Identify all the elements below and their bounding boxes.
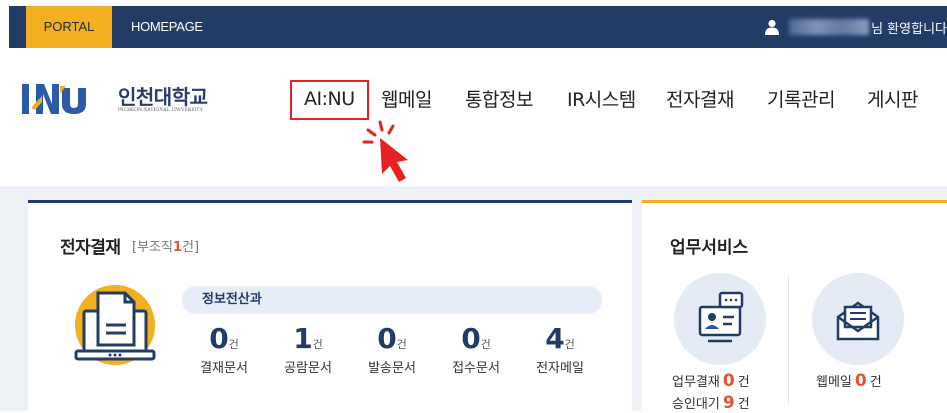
click-cursor-icon (362, 120, 408, 182)
pending-number: 9 (722, 393, 735, 413)
count-label: 접수문서 (452, 361, 500, 376)
tab-portal[interactable]: PORTAL (26, 6, 112, 48)
count-received-docs[interactable]: 0건 접수문서 (434, 322, 518, 377)
count-value: 0 (209, 322, 229, 355)
logo-korean: 인천대학교 (118, 84, 208, 109)
pending-unit: 건 (737, 397, 750, 412)
work-approval-button[interactable] (674, 273, 766, 365)
sub-org-prefix: [부조직 (132, 240, 173, 255)
work-approval-count[interactable]: 업무결재 0 건 (672, 371, 750, 391)
tab-homepage[interactable]: HOMEPAGE (131, 6, 203, 48)
top-bar: PORTAL HOMEPAGE 님 환영합니다 (0, 0, 947, 50)
user-area: 님 환영합니다 (765, 6, 947, 48)
logo-english: INCHEON NATIONAL UNIVERSITY (118, 107, 204, 113)
top-bar-inner: PORTAL HOMEPAGE 님 환영합니다 (9, 6, 947, 48)
welcome-text: 님 환영합니다 (871, 21, 947, 37)
services-divider (788, 275, 789, 405)
services-panel: 업무서비스 업무결재 0 건 승인대기 9 건 웹메일 0 건 (642, 200, 947, 413)
count-unit: 건 (228, 338, 239, 351)
laptop-document-icon (74, 285, 156, 365)
webmail-label: 웹메일 (816, 375, 852, 390)
count-email[interactable]: 4건 전자메일 (518, 322, 602, 377)
count-unit: 건 (396, 338, 407, 351)
webmail-count[interactable]: 웹메일 0 건 (816, 371, 882, 391)
count-label: 전자메일 (536, 361, 584, 376)
count-circulation-docs[interactable]: 1건 공람문서 (266, 322, 350, 377)
count-unit: 건 (564, 338, 575, 351)
count-unit: 건 (312, 338, 323, 351)
nav-item-webmail[interactable]: 웹메일 (381, 80, 432, 120)
nav-item-e-approval[interactable]: 전자결재 (666, 80, 734, 120)
nav-item-ainu[interactable]: AI:NU (290, 80, 369, 120)
count-label: 공람문서 (284, 361, 332, 376)
count-value: 1 (293, 322, 313, 355)
webmail-unit: 건 (869, 375, 882, 390)
nav-item-board[interactable]: 게시판 (867, 80, 918, 120)
id-card-chat-icon (698, 291, 744, 343)
count-value: 4 (545, 322, 565, 355)
e-approval-panel: 전자결재 [부조직1건] 정보전산과 0건 결재문서 1건 공람문서 0건 발송… (28, 200, 632, 411)
count-approval-docs[interactable]: 0건 결재문서 (182, 322, 266, 377)
sub-org-suffix: 건] (182, 240, 200, 255)
nav-item-integrated-info[interactable]: 통합정보 (465, 80, 533, 120)
count-value: 0 (377, 322, 397, 355)
logo-text: 인천대학교 INCHEON NATIONAL UNIVERSITY (118, 86, 208, 113)
inu-logo-icon (22, 84, 86, 114)
webmail-number: 0 (854, 371, 867, 391)
count-value: 0 (461, 322, 481, 355)
work-approval-label: 업무결재 (672, 375, 720, 390)
university-logo[interactable]: 인천대학교 INCHEON NATIONAL UNIVERSITY (22, 82, 208, 116)
webmail-button[interactable] (812, 273, 904, 365)
department-label: 정보전산과 (182, 286, 602, 314)
sub-org-number: 1 (172, 240, 182, 255)
sub-org-count[interactable]: [부조직1건] (132, 236, 199, 255)
count-label: 결재문서 (200, 361, 248, 376)
pending-label: 승인대기 (672, 397, 720, 412)
envelope-icon (836, 301, 880, 341)
nav-item-records[interactable]: 기록관리 (767, 80, 835, 120)
work-approval-number: 0 (722, 371, 735, 391)
work-approval-unit: 건 (737, 375, 750, 390)
approval-counts: 0건 결재문서 1건 공람문서 0건 발송문서 0건 접수문서 4건 전자메일 (182, 323, 602, 383)
user-name-redacted (789, 19, 870, 35)
count-label: 발송문서 (368, 361, 416, 376)
count-unit: 건 (480, 338, 491, 351)
count-sent-docs[interactable]: 0건 발송문서 (350, 322, 434, 377)
e-approval-title[interactable]: 전자결재 (60, 233, 121, 258)
pending-approval-count[interactable]: 승인대기 9 건 (672, 393, 750, 413)
header: 인천대학교 INCHEON NATIONAL UNIVERSITY AI:NU … (0, 50, 947, 186)
services-title: 업무서비스 (670, 238, 749, 258)
nav-item-ir-system[interactable]: IR시스템 (567, 80, 636, 120)
user-icon (765, 19, 780, 35)
